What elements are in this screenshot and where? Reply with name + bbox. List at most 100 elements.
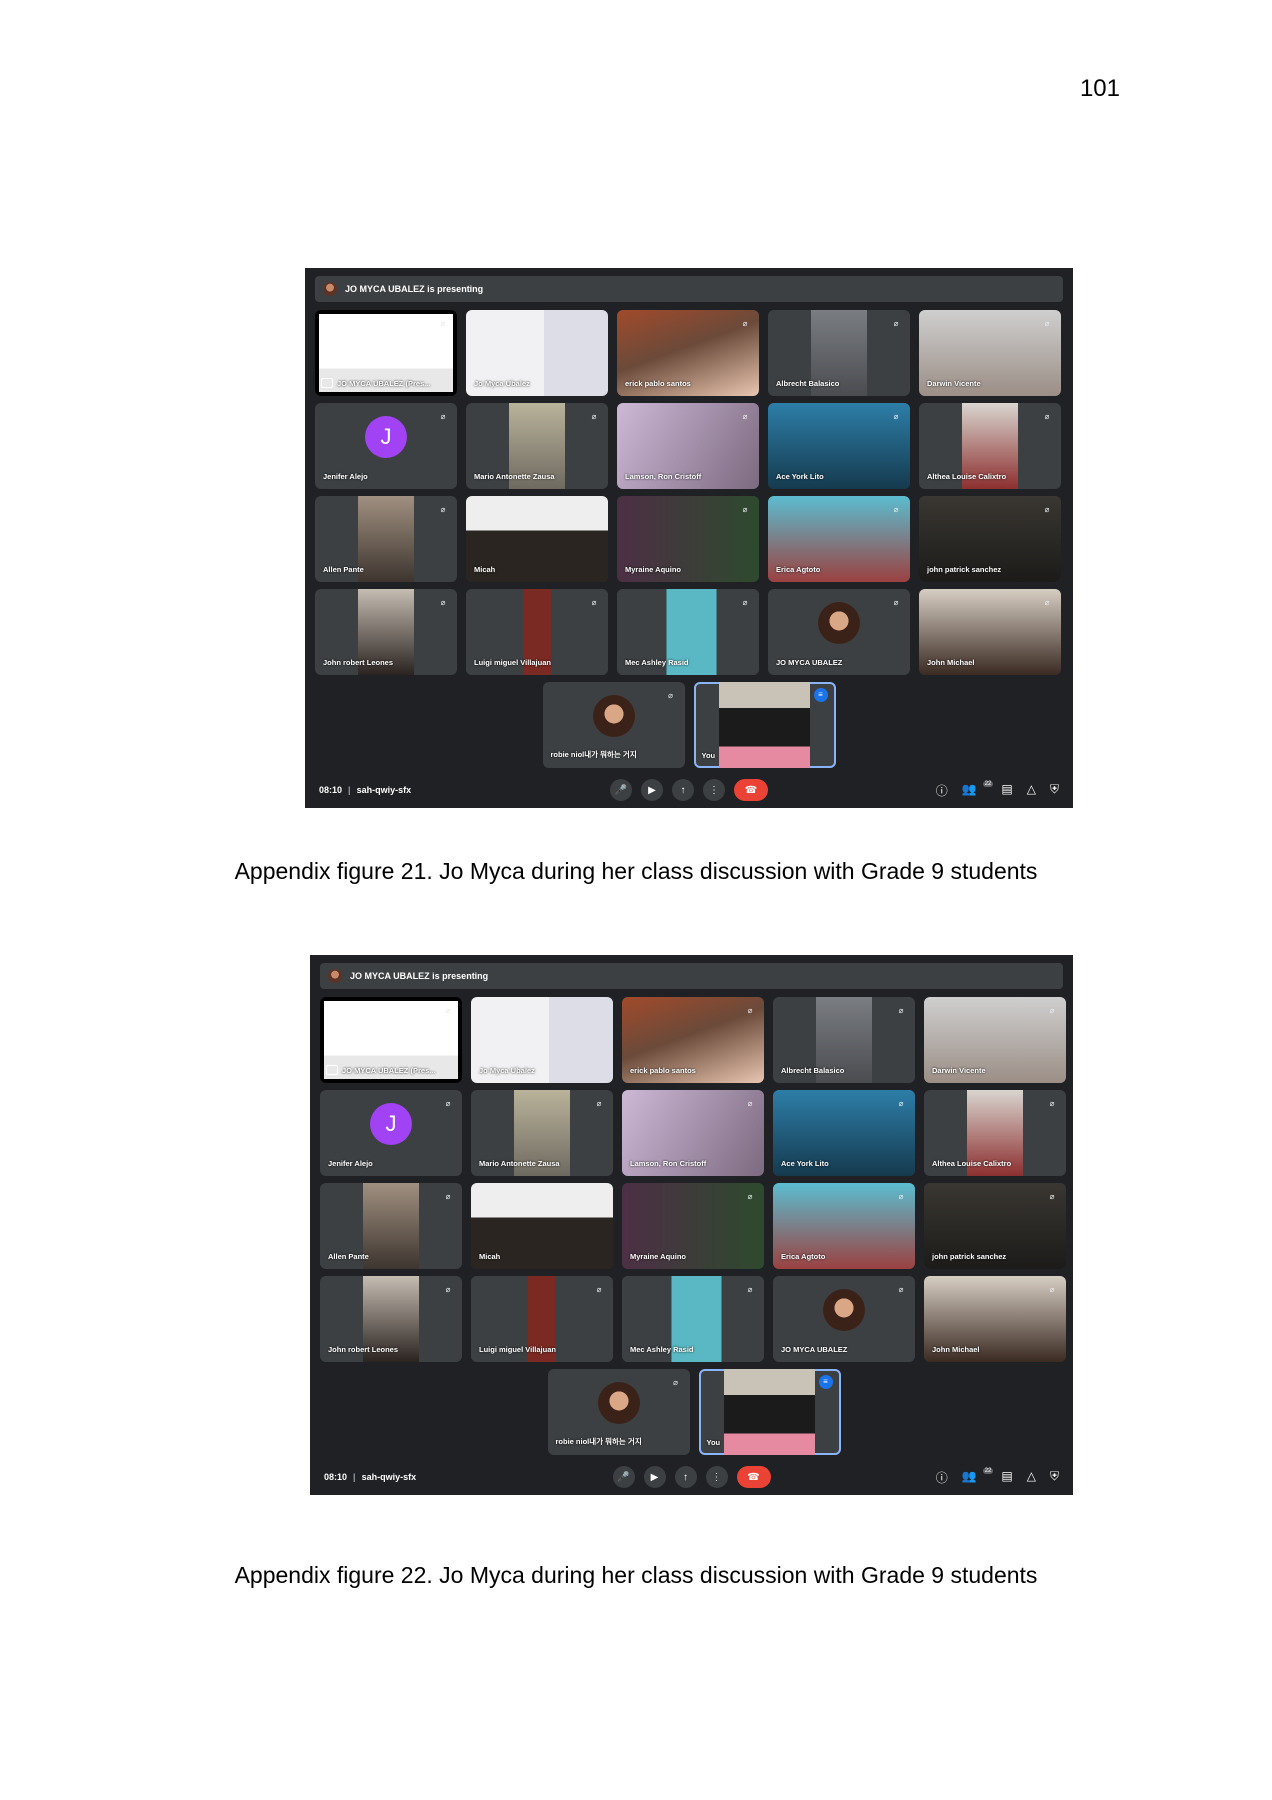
meeting-details-button[interactable]: ⓘ: [936, 782, 948, 799]
participant-tile[interactable]: ⌀ JO MYCA UBALEZ (Pres...: [320, 997, 462, 1083]
participant-tile[interactable]: ⌀ robie niol내가 뭐하는 거지: [542, 682, 685, 768]
participant-tile[interactable]: ⌀ Myraine Aquino: [622, 1183, 764, 1269]
participant-name: Albrecht Balasico: [781, 1066, 845, 1075]
participant-tile[interactable]: ⌀ robie niol내가 뭐하는 거지: [547, 1369, 690, 1455]
avatar: J: [370, 1103, 412, 1146]
mic-off-icon: ⌀: [668, 691, 673, 700]
participant-name: JO MYCA UBALEZ: [776, 658, 843, 667]
participant-name: john patrick sanchez: [927, 565, 1002, 574]
participant-tile[interactable]: ⌀ erick pablo santos: [622, 997, 764, 1083]
participant-tile[interactable]: ⌀ Erica Agtoto: [773, 1183, 915, 1269]
microphone-icon: 🎤: [617, 1471, 630, 1483]
participant-name: Jenifer Alejo: [323, 472, 368, 481]
participant-name: Allen Pante: [323, 565, 364, 574]
speaking-indicator-icon: ≡: [818, 1375, 833, 1389]
participant-name: You: [701, 751, 716, 760]
leave-call-button[interactable]: ☎: [734, 779, 768, 801]
participant-tile[interactable]: ⌀ John Michael: [919, 589, 1061, 675]
hang-up-icon: ☎: [744, 784, 758, 796]
participant-name: Myraine Aquino: [625, 565, 681, 574]
participant-tile[interactable]: ⌀ JO MYCA UBALEZ: [773, 1276, 915, 1362]
participant-tile[interactable]: Micah: [471, 1183, 613, 1269]
host-controls-button[interactable]: ⛨: [1050, 782, 1059, 799]
present-button[interactable]: ↑: [672, 779, 694, 801]
participant-name: Albrecht Balasico: [776, 379, 840, 388]
meeting-details-button[interactable]: ⓘ: [936, 1469, 948, 1486]
participant-tile[interactable]: ⌀ Erica Agtoto: [768, 496, 910, 582]
participant-tile[interactable]: Jo Myca Ubalez: [466, 310, 608, 396]
participant-tile[interactable]: ⌀ Ace York Lito: [773, 1090, 915, 1176]
participant-name: Lamson, Ron Cristoff: [625, 472, 702, 481]
participant-tile[interactable]: ⌀ JO MYCA UBALEZ: [768, 589, 910, 675]
participant-tile[interactable]: Micah: [466, 496, 608, 582]
participant-name: Mec Ashley Rasid: [630, 1345, 694, 1354]
leave-call-button[interactable]: ☎: [736, 1466, 771, 1488]
participant-tile[interactable]: ⌀ erick pablo santos: [617, 310, 759, 396]
participant-tile[interactable]: ⌀ Myraine Aquino: [617, 496, 759, 582]
participant-tile[interactable]: ⌀ John robert Leones: [320, 1276, 462, 1362]
participant-tile[interactable]: J ⌀ Jenifer Alejo: [320, 1090, 462, 1176]
participant-tile[interactable]: ⌀ Mec Ashley Rasid: [617, 589, 759, 675]
speaking-indicator-icon: ≡: [813, 688, 828, 702]
activities-button[interactable]: △: [1027, 1469, 1036, 1486]
participant-name: Darwin Vicente: [927, 379, 981, 388]
camera-button[interactable]: ▶: [641, 779, 663, 801]
page-number: 101: [1079, 75, 1120, 102]
mic-off-icon: ⌀: [898, 1285, 904, 1294]
participant-name: robie niol내가 뭐하는 거지: [550, 750, 637, 759]
people-button[interactable]: 👥 22: [962, 780, 994, 799]
chat-button[interactable]: ▤: [1001, 782, 1012, 799]
avatar: [597, 1382, 640, 1425]
host-controls-button[interactable]: ⛨: [1050, 1469, 1059, 1486]
participant-tile[interactable]: ⌀ Luigi miguel Villajuan: [471, 1276, 613, 1362]
participant-tile[interactable]: ⌀ Althea Louise Calixtro: [924, 1090, 1066, 1176]
participant-tile[interactable]: J ⌀ Jenifer Alejo: [315, 403, 457, 489]
self-view-tile[interactable]: ≡ You: [698, 1369, 841, 1455]
participant-tile[interactable]: ⌀ Luigi miguel Villajuan: [466, 589, 608, 675]
people-button[interactable]: 👥 22: [962, 1467, 994, 1486]
participant-tile[interactable]: ⌀ Mario Antonette Zausa: [471, 1090, 613, 1176]
mic-off-icon: ⌀: [747, 1099, 753, 1108]
microphone-button[interactable]: 🎤: [610, 779, 632, 801]
mic-off-icon: ⌀: [440, 598, 446, 607]
participant-grid: ⌀ JO MYCA UBALEZ (Pres... Jo Myca Ubalez ⌀ e…: [320, 997, 1068, 1362]
participant-name: erick pablo santos: [630, 1066, 696, 1075]
participant-tile[interactable]: ⌀ Mario Antonette Zausa: [466, 403, 608, 489]
participant-tile[interactable]: ⌀ john patrick sanchez: [924, 1183, 1066, 1269]
participant-tile[interactable]: ⌀ Allen Pante: [320, 1183, 462, 1269]
participant-tile[interactable]: ⌀ Althea Louise Calixtro: [919, 403, 1061, 489]
participant-tile[interactable]: ⌀ Lamson, Ron Cristoff: [622, 1090, 764, 1176]
mic-off-icon: ⌀: [742, 319, 748, 328]
participant-name: JO MYCA UBALEZ: [781, 1345, 848, 1354]
participant-tile[interactable]: ⌀ John robert Leones: [315, 589, 457, 675]
participant-tile[interactable]: ⌀ Darwin Vicente: [919, 310, 1061, 396]
more-options-button[interactable]: ⋮: [703, 779, 725, 801]
mic-off-icon: ⌀: [1049, 1192, 1055, 1201]
participant-tile[interactable]: ⌀ john patrick sanchez: [919, 496, 1061, 582]
participant-name: Darwin Vicente: [932, 1066, 986, 1075]
self-view-tile[interactable]: ≡ You: [693, 682, 836, 768]
camera-button[interactable]: ▶: [643, 1466, 666, 1488]
activities-button[interactable]: △: [1027, 782, 1036, 799]
avatar: [818, 602, 860, 645]
participant-tile[interactable]: ⌀ Mec Ashley Rasid: [622, 1276, 764, 1362]
participant-tile[interactable]: ⌀ Albrecht Balasico: [768, 310, 910, 396]
participant-tile[interactable]: ⌀ John Michael: [924, 1276, 1066, 1362]
present-button[interactable]: ↑: [674, 1466, 697, 1488]
participant-tile[interactable]: Jo Myca Ubalez: [471, 997, 613, 1083]
more-options-button[interactable]: ⋮: [705, 1466, 728, 1488]
microphone-button[interactable]: 🎤: [612, 1466, 635, 1488]
participant-count-badge: 22: [982, 1467, 994, 1474]
participant-tile[interactable]: ⌀ Darwin Vicente: [924, 997, 1066, 1083]
participant-tile[interactable]: ⌀ Ace York Lito: [768, 403, 910, 489]
chat-button[interactable]: ▤: [1001, 1469, 1012, 1486]
participant-name: John robert Leones: [323, 658, 394, 667]
participant-tile[interactable]: ⌀ Albrecht Balasico: [773, 997, 915, 1083]
presenting-text: JO MYCA UBALEZ is presenting: [350, 971, 489, 981]
participant-tile[interactable]: ⌀ Allen Pante: [315, 496, 457, 582]
participant-name: Lamson, Ron Cristoff: [630, 1159, 707, 1168]
mic-off-icon: ⌀: [1049, 1006, 1055, 1015]
presenting-banner: JO MYCA UBALEZ is presenting: [315, 276, 1063, 302]
participant-tile[interactable]: ⌀ Lamson, Ron Cristoff: [617, 403, 759, 489]
participant-tile[interactable]: ⌀ JO MYCA UBALEZ (Pres...: [315, 310, 457, 396]
